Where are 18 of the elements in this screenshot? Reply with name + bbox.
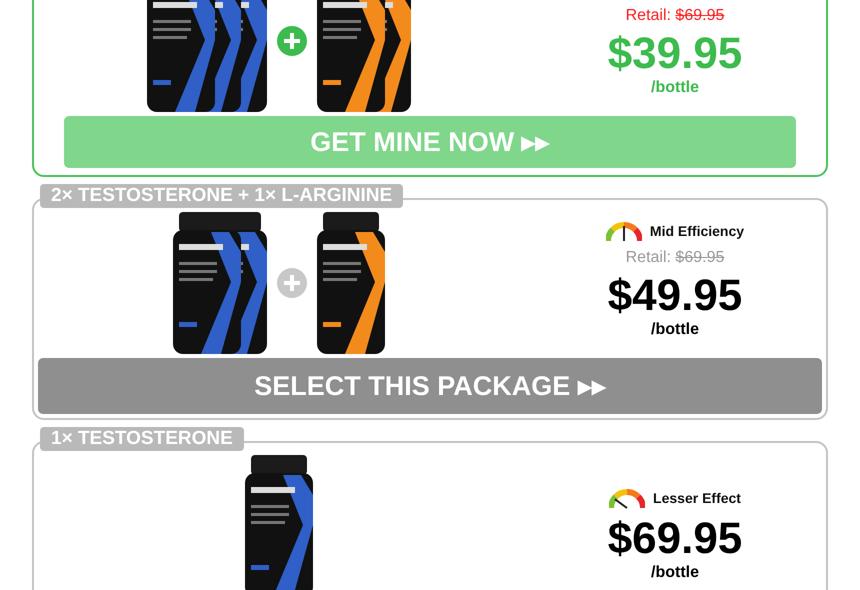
price: $69.95 xyxy=(608,517,742,561)
package-title: 2× TESTOSTERONE + 1× L-ARGININE xyxy=(40,184,404,208)
plus-icon xyxy=(277,26,307,56)
price-unit: /bottle xyxy=(651,563,699,583)
package-button[interactable]: SELECT THIS PACKAGE ▸▸ xyxy=(38,358,822,414)
rating-label: Mid Efficiency xyxy=(650,222,744,241)
plus-icon xyxy=(277,268,307,298)
retail-price: Retail: $69.95 xyxy=(626,6,724,26)
gauge-icon xyxy=(609,488,646,508)
gauge-icon xyxy=(606,222,642,242)
package-button[interactable]: GET MINE NOW ▸▸ xyxy=(64,116,796,168)
package-title: 1× TESTOSTERONE xyxy=(40,427,244,451)
price-unit: /bottle xyxy=(651,320,699,340)
price: $49.95 xyxy=(608,274,742,318)
retail-price: Retail: $69.95 xyxy=(626,248,724,268)
rating-label: Lesser Effect xyxy=(653,489,741,508)
price: $39.95 xyxy=(608,32,742,76)
price-unit: /bottle xyxy=(651,78,699,98)
